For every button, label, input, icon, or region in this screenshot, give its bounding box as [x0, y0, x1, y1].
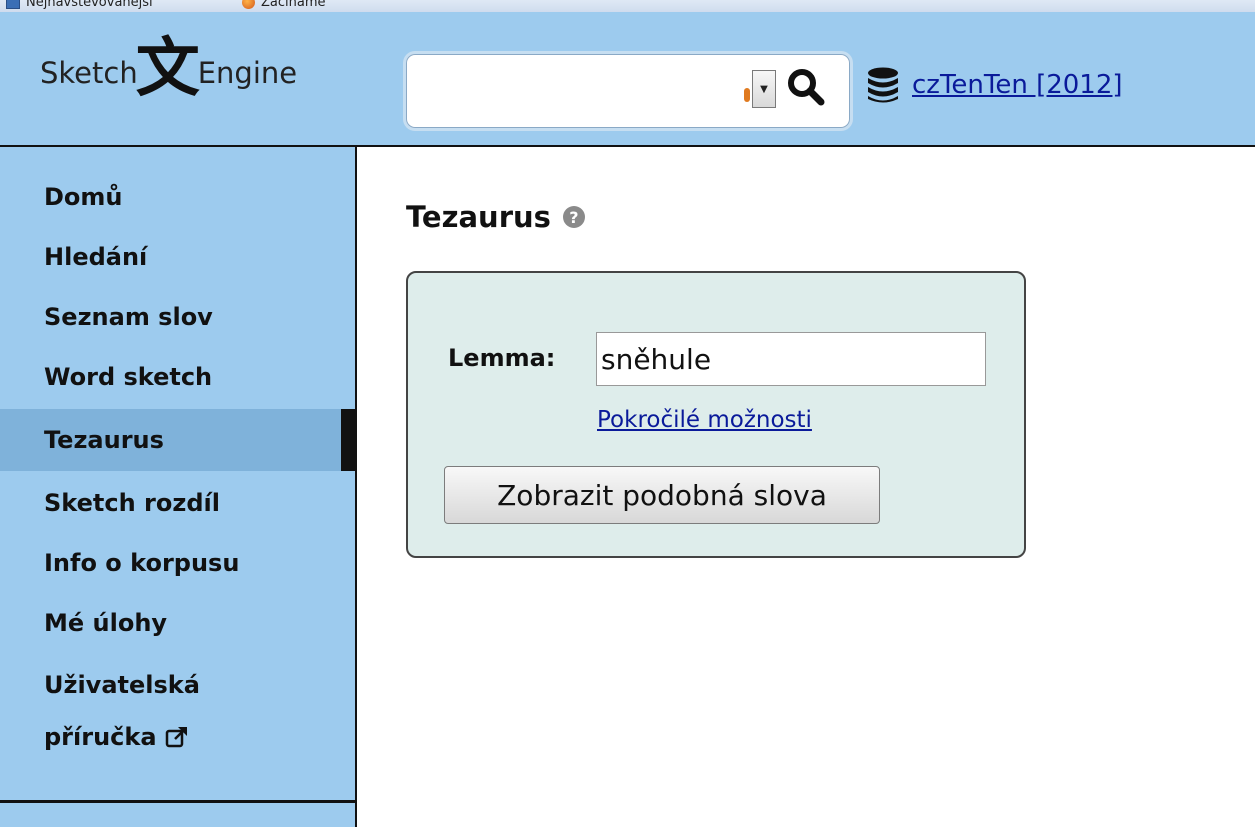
sidebar-item-label: Mé úlohy — [44, 609, 168, 637]
sidebar-item-label: Seznam slov — [44, 303, 213, 331]
app-header: Sketch 文 Engine ▼ czTenTen [2012] — [0, 12, 1255, 147]
sidebar-item-label: Domů — [44, 183, 123, 211]
search-dropdown-button[interactable]: ▼ — [752, 70, 776, 108]
sidebar-item-hledani[interactable]: Hledání — [0, 237, 355, 277]
dropdown-marker — [744, 88, 750, 102]
page-title-text: Tezaurus — [406, 200, 551, 234]
firefox-icon — [242, 0, 255, 9]
bookmark-label: Nejnavštěvovanější — [26, 0, 153, 10]
sketch-engine-logo[interactable]: Sketch 文 Engine — [40, 31, 298, 108]
page-icon — [6, 0, 20, 9]
sidebar-item-label-line1: Uživatelská — [44, 671, 200, 699]
corpus-selector[interactable]: czTenTen [2012] — [866, 66, 1123, 104]
lemma-input[interactable] — [596, 332, 986, 386]
logo-text-right: Engine — [197, 56, 298, 90]
logo-text-left: Sketch — [40, 56, 138, 90]
search-button[interactable] — [782, 64, 832, 114]
thesaurus-form-panel: Lemma: Pokročilé možnosti Zobrazit podob… — [406, 271, 1026, 558]
sidebar-item-label: Info o korpusu — [44, 549, 240, 577]
sidebar-item-label-line2: příručka — [44, 723, 157, 751]
sidebar-item-label: Hledání — [44, 243, 148, 271]
help-glyph: ? — [569, 207, 579, 227]
sidebar-item-tezaurus[interactable]: Tezaurus — [0, 409, 355, 471]
sidebar-item-sketch-rozdil[interactable]: Sketch rozdíl — [0, 483, 355, 523]
sidebar-item-label: Tezaurus — [44, 426, 164, 454]
search-icon — [788, 69, 825, 106]
logo-glyph: 文 — [135, 31, 200, 106]
sidebar-nav: Domů Hledání Seznam slov Word sketch Tez… — [0, 147, 357, 827]
sidebar-item-uzivatelska-prirucka[interactable]: Uživatelská příručka — [0, 659, 355, 769]
sidebar-item-info-o-korpusu[interactable]: Info o korpusu — [0, 543, 355, 583]
show-similar-words-button[interactable]: Zobrazit podobná slova — [444, 466, 880, 524]
sidebar-item-label: Sketch rozdíl — [44, 489, 220, 517]
sidebar-item-word-sketch[interactable]: Word sketch — [0, 357, 355, 397]
bookmark-label: Začínáme — [261, 0, 326, 10]
corpus-link[interactable]: czTenTen [2012] — [912, 70, 1123, 100]
bookmark-item[interactable]: Začínáme — [242, 0, 326, 11]
search-input[interactable] — [416, 70, 750, 112]
database-icon — [868, 67, 898, 103]
search-box: ▼ — [406, 54, 850, 128]
sidebar-item-seznam-slov[interactable]: Seznam slov — [0, 297, 355, 337]
bookmarks-bar: Nejnavštěvovanější Začínáme — [0, 0, 1255, 12]
chevron-down-icon: ▼ — [760, 83, 768, 95]
sidebar-item-label-line2-wrap: příručka — [44, 711, 189, 763]
sidebar-item-me-ulohy[interactable]: Mé úlohy — [0, 603, 355, 643]
sidebar-item-label: Word sketch — [44, 363, 213, 391]
lemma-label: Lemma: — [448, 344, 556, 372]
help-icon[interactable]: ? — [562, 206, 585, 228]
sidebar-divider — [0, 800, 355, 803]
bookmark-item[interactable]: Nejnavštěvovanější — [6, 0, 153, 11]
external-link-icon — [165, 727, 187, 748]
page-title: Tezaurus ? — [406, 200, 585, 234]
advanced-options-link[interactable]: Pokročilé možnosti — [597, 407, 812, 433]
sidebar-item-domu[interactable]: Domů — [0, 177, 355, 217]
